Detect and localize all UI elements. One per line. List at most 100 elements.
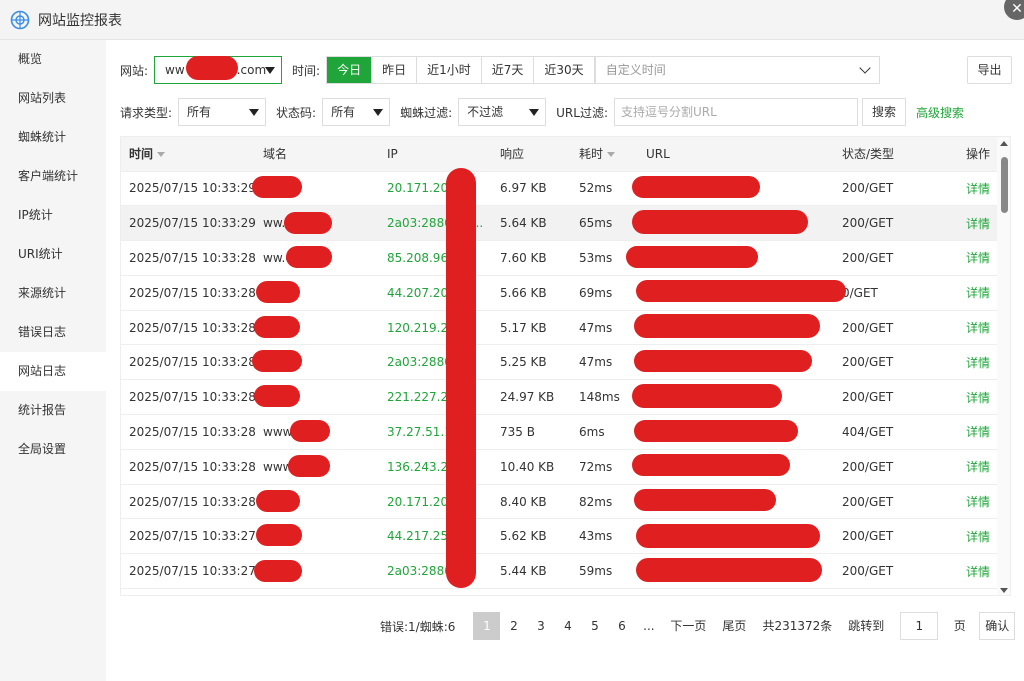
col-duration-label: 耗时 (579, 147, 604, 162)
detail-link[interactable]: 详情 (958, 518, 999, 555)
sidebar-item[interactable]: 蜘蛛统计 (0, 118, 106, 157)
redaction-mark (634, 350, 812, 372)
cell-duration: 47ms (571, 344, 638, 381)
detail-link[interactable]: 详情 (958, 414, 999, 450)
detail-link[interactable]: 详情 (958, 344, 999, 381)
time-range-button[interactable]: 今日 (327, 57, 373, 83)
url-filter-label: URL过滤: (556, 105, 608, 120)
redaction-mark (254, 316, 300, 338)
col-domain-header: 域名 (255, 137, 379, 172)
next-page-button[interactable]: 下一页 (662, 612, 714, 640)
cell-time: 2025/07/15 10:33:28 (121, 275, 255, 311)
detail-link[interactable]: 详情 (958, 449, 999, 485)
page-button[interactable]: ... (635, 612, 662, 640)
sidebar-item[interactable]: 网站日志 (0, 352, 106, 391)
confirm-button[interactable]: 确认 (979, 612, 1016, 640)
page-button[interactable]: 6 (608, 612, 635, 640)
cell-duration: 148ms (571, 379, 638, 416)
cell-time: 2025/07/15 10:33:27 (121, 518, 255, 555)
table-row: 2025/07/15 10:33:28ww.com85.208.967.60 K… (121, 240, 999, 276)
table-row: 2025/07/15 10:33:28www.com136.243.22010.… (121, 449, 999, 485)
main-panel: 网站: ww .com 时间: 今日 昨日 近1小时 近7天 近30天 自定义时间 导出… (106, 40, 1024, 681)
jump-page-input[interactable]: 1 (900, 612, 939, 640)
custom-time-placeholder: 自定义时间 (605, 63, 666, 77)
cell-status: 200/GET (834, 518, 958, 555)
redaction-mark (634, 420, 798, 442)
page-button[interactable]: 3 (527, 612, 554, 640)
cell-duration: 82ms (571, 484, 638, 520)
status-code-select[interactable]: 所有 (322, 98, 391, 126)
sidebar-item[interactable]: 统计报告 (0, 391, 106, 430)
page-button[interactable]: 1 (473, 612, 501, 640)
cell-response: 5.66 KB (492, 275, 571, 311)
sidebar-item[interactable]: 客户端统计 (0, 157, 106, 196)
cell-response: 735 B (492, 414, 571, 450)
cell-time: 2025/07/15 10:33:28 (121, 379, 255, 416)
time-range-button[interactable]: 近1小时 (417, 57, 482, 83)
jump-label: 跳转到 (848, 619, 885, 633)
search-button[interactable]: 搜索 (862, 98, 906, 126)
page-button[interactable]: 2 (500, 612, 527, 640)
cell-status: 200/GET (834, 553, 958, 590)
cell-response: 8.40 KB (492, 484, 571, 520)
cell-status: 0/GET (834, 275, 958, 311)
scroll-down-icon[interactable] (1000, 588, 1008, 593)
pager-info: 错误:1/蜘蛛:6 (380, 619, 456, 634)
monitor-logo-icon (10, 10, 30, 29)
spider-filter-value: 不过滤 (467, 105, 504, 119)
cell-response: 5.44 KB (492, 553, 571, 590)
cell-duration: 65ms (571, 205, 638, 242)
sidebar-item[interactable]: 全局设置 (0, 430, 106, 469)
scrollbar-thumb[interactable] (1001, 157, 1008, 213)
last-page-button[interactable]: 尾页 (714, 612, 754, 640)
sidebar-item[interactable]: IP统计 (0, 196, 106, 235)
sidebar-item[interactable]: 概览 (0, 40, 106, 79)
url-filter-input[interactable]: 支持逗号分割URL (614, 98, 858, 126)
page-unit-label: 页 (953, 619, 966, 633)
cell-response: 5.64 KB (492, 205, 571, 242)
table-scrollbar[interactable] (997, 137, 1010, 595)
page-button[interactable]: 4 (554, 612, 581, 640)
redaction-mark (446, 168, 476, 588)
sidebar-item[interactable]: 来源统计 (0, 274, 106, 313)
cell-response: 10.40 KB (492, 449, 571, 485)
page-button[interactable]: 5 (581, 612, 608, 640)
title-bar: 网站监控报表 (0, 0, 1024, 40)
cell-response: 5.62 KB (492, 518, 571, 555)
redaction-mark (636, 558, 822, 582)
cell-response: 24.97 KB (492, 379, 571, 416)
time-range-button[interactable]: 近7天 (481, 57, 535, 83)
detail-link[interactable]: 详情 (958, 240, 999, 276)
detail-link[interactable]: 详情 (958, 484, 999, 520)
detail-link[interactable]: 详情 (958, 379, 999, 416)
redaction-mark (632, 454, 790, 476)
detail-link[interactable]: 详情 (958, 310, 999, 346)
redaction-mark (632, 210, 808, 234)
redaction-mark (252, 176, 302, 198)
detail-link[interactable]: 详情 (958, 275, 999, 311)
cell-status: 200/GET (834, 171, 958, 207)
redaction-mark (254, 560, 302, 582)
advanced-search-link[interactable]: 高级搜索 (916, 104, 964, 121)
redaction-mark (634, 314, 820, 338)
spider-filter-select[interactable]: 不过滤 (458, 98, 547, 126)
request-type-select[interactable]: 所有 (178, 98, 267, 126)
table-row: 2025/07/15 10:33:28.com221.227.20824.97 … (121, 379, 999, 416)
scroll-up-icon[interactable] (1000, 141, 1008, 146)
sidebar-item[interactable]: 错误日志 (0, 313, 106, 352)
detail-link[interactable]: 详情 (958, 205, 999, 242)
cell-time: 2025/07/15 10:33:29 (121, 205, 255, 242)
time-range-button[interactable]: 近30天 (534, 57, 595, 83)
redaction-mark (626, 246, 758, 268)
caret-down-icon (265, 67, 276, 74)
custom-time-select[interactable]: 自定义时间 (595, 56, 880, 84)
col-time-header[interactable]: 时间 (121, 137, 255, 172)
export-button[interactable]: 导出 (967, 56, 1012, 84)
detail-link[interactable]: 详情 (958, 553, 999, 590)
detail-link[interactable]: 详情 (958, 171, 999, 207)
col-duration-header[interactable]: 耗时 (571, 137, 638, 172)
time-range-button[interactable]: 昨日 (372, 57, 418, 83)
sidebar-item[interactable]: URI统计 (0, 235, 106, 274)
redaction-mark (632, 176, 760, 198)
sidebar-item[interactable]: 网站列表 (0, 79, 106, 118)
